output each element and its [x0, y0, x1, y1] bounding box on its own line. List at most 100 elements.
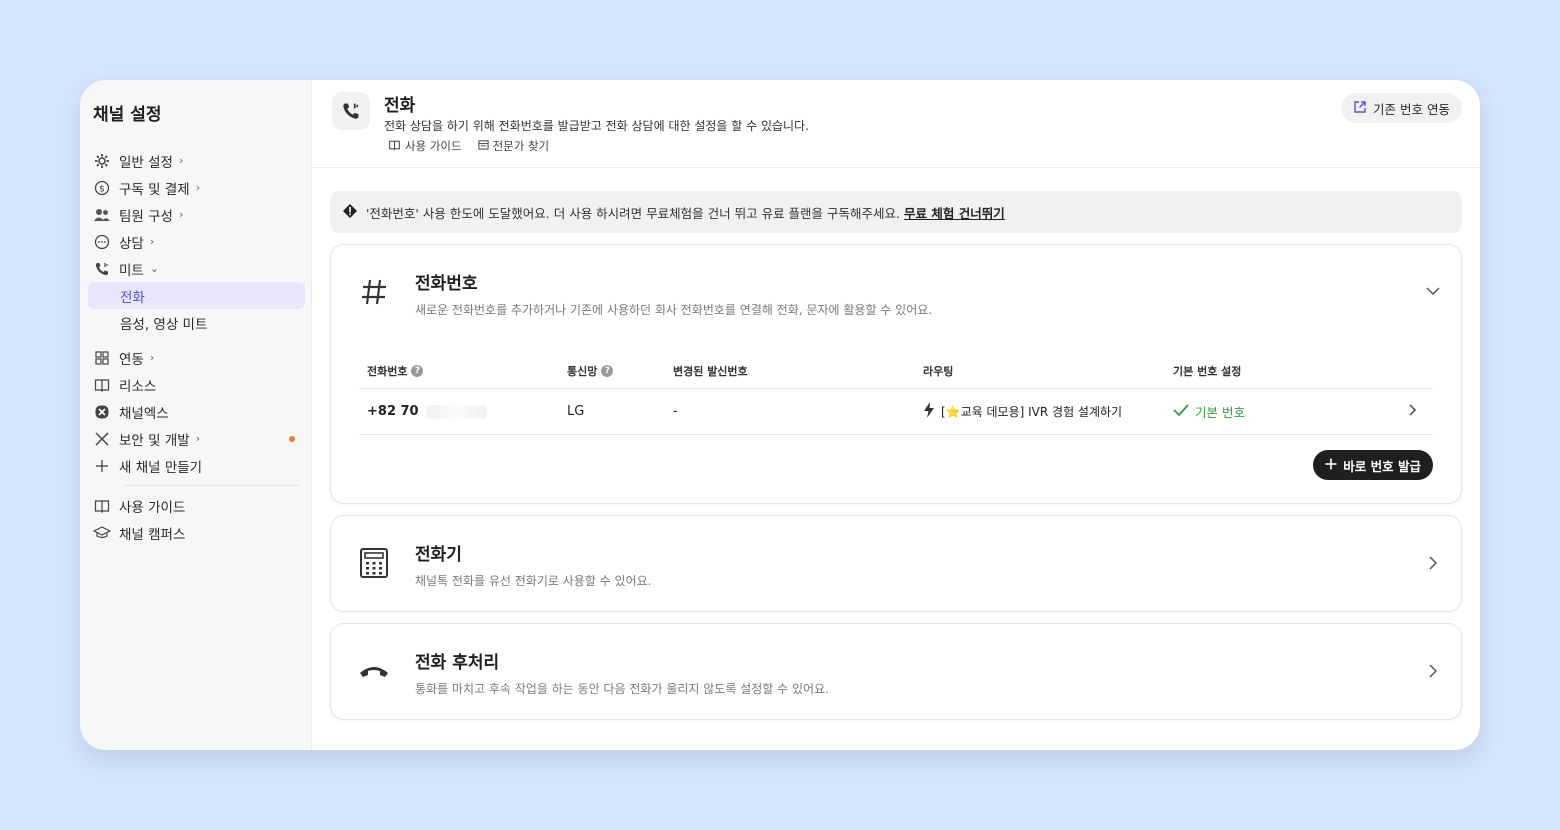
sidebar-item-channelx[interactable]: 채널엑스 — [88, 398, 305, 425]
chat-icon — [93, 233, 111, 251]
column-label: 통신망 — [567, 364, 598, 378]
hash-icon — [357, 275, 391, 309]
sidebar-title: 채널 설정 — [93, 105, 162, 125]
lightning-icon — [923, 402, 935, 421]
routing-value: [⭐교육 데모용] IVR 경험 설계하기 — [941, 405, 1123, 419]
hangup-icon — [357, 654, 391, 688]
sidebar-item-resource[interactable]: 리소스 — [88, 371, 305, 398]
phone-number-table: 전화번호 ? 통신망 ? 변경된 발신번호 라우팅 기본 번호 설정 +82 7… — [359, 353, 1433, 435]
sidebar-item-general[interactable]: 일반 설정 › — [88, 147, 305, 174]
phone-icon — [93, 260, 111, 278]
page-header: 전화 전화 상담을 하기 위해 전화번호를 발급받고 전화 상담에 대한 설정을… — [312, 80, 1480, 168]
page-title: 전화 — [384, 96, 416, 116]
sidebar-item-label: 보안 및 개발 — [119, 432, 190, 449]
chevron-down-icon[interactable] — [1423, 281, 1443, 301]
book-icon — [388, 139, 401, 154]
sidebar-item-label: 채널 캠퍼스 — [119, 526, 186, 543]
sidebar-item-meet[interactable]: 미트 ⌄ — [88, 255, 305, 282]
chevron-right-icon: › — [178, 154, 184, 167]
issue-button-label: 바로 번호 발급 — [1343, 458, 1421, 474]
svg-text:$: $ — [99, 184, 105, 194]
plus-icon — [93, 457, 111, 475]
expert-link-label: 전문가 찾기 — [492, 139, 550, 153]
help-icon[interactable]: ? — [601, 364, 614, 377]
app-window: 채널 설정 일반 설정 › $ 구독 및 결제 › 팀원 구성 › 상담 › 미… — [80, 80, 1480, 750]
main-content: 전화 전화 상담을 하기 위해 전화번호를 발급받고 전화 상담에 대한 설정을… — [312, 80, 1480, 750]
help-icon[interactable]: ? — [411, 364, 424, 377]
sidebar-item-label: 전화 — [120, 289, 145, 306]
header-links: 사용 가이드 전문가 찾기 — [388, 138, 549, 154]
page-description: 전화 상담을 하기 위해 전화번호를 발급받고 전화 상담에 대한 설정을 할 … — [384, 119, 809, 133]
after-call-card[interactable]: 전화 후처리 통화를 마치고 후속 작업을 하는 동안 다음 전화가 울리지 않… — [330, 623, 1462, 720]
sidebar-item-team[interactable]: 팀원 구성 › — [88, 201, 305, 228]
sidebar-item-label: 리소스 — [119, 378, 157, 395]
issue-number-button[interactable]: 바로 번호 발급 — [1313, 450, 1433, 480]
after-card-title: 전화 후처리 — [415, 653, 500, 673]
chevron-right-icon: › — [149, 351, 155, 364]
cell-default: 기본 번호 — [1173, 402, 1403, 421]
sidebar-item-label: 구독 및 결제 — [119, 181, 190, 198]
notification-dot — [289, 436, 295, 442]
chevron-right-icon: › — [195, 432, 201, 445]
cell-carrier: LG — [567, 404, 585, 419]
limit-alert: '전화번호' 사용 한도에 도달했어요. 더 사용 하시려면 무료체험을 건너 … — [330, 191, 1462, 233]
sidebar-item-consult[interactable]: 상담 › — [88, 228, 305, 255]
cell-caller-id: - — [673, 404, 678, 419]
sidebar-subitem-voice-video[interactable]: 음성, 영상 미트 — [88, 309, 305, 336]
sidebar-item-billing[interactable]: $ 구독 및 결제 › — [88, 174, 305, 201]
dollar-icon: $ — [93, 179, 111, 197]
check-icon — [1173, 403, 1189, 420]
sidebar-item-campus[interactable]: 채널 캠퍼스 — [88, 519, 305, 546]
chevron-right-icon: › — [149, 235, 155, 248]
chevron-down-icon: ⌄ — [149, 262, 160, 275]
sidebar-item-guide[interactable]: 사용 가이드 — [88, 492, 305, 519]
cell-number: +82 70 — [359, 404, 567, 419]
column-header-default: 기본 번호 설정 — [1173, 364, 1242, 378]
sidebar-subitem-phone[interactable]: 전화 — [88, 282, 305, 309]
sidebar-item-label: 미트 — [119, 262, 144, 279]
sidebar-item-security[interactable]: 보안 및 개발 › — [88, 425, 305, 452]
column-label: 전화번호 — [367, 364, 408, 378]
guide-link-label: 사용 가이드 — [405, 139, 462, 153]
sidebar-divider — [124, 485, 299, 486]
after-card-description: 통화를 마치고 후속 작업을 하는 동안 다음 전화가 울리지 않도록 설정할 … — [415, 682, 829, 696]
channelx-icon — [93, 403, 111, 421]
sidebar-item-integration[interactable]: 연동 › — [88, 344, 305, 371]
desk-phone-icon — [357, 546, 391, 580]
alert-message: '전화번호' 사용 한도에 도달했어요. 더 사용 하시려면 무료체험을 건너 … — [366, 205, 901, 221]
expert-link[interactable]: 전문가 찾기 — [477, 138, 550, 154]
book-icon — [93, 376, 111, 394]
phone-icon — [332, 92, 370, 130]
table-row[interactable]: +82 70 LG - [⭐교육 데모용] IVR 경험 설계하기 기본 번호 — [359, 389, 1433, 435]
grid-icon — [93, 349, 111, 367]
table-header: 전화번호 ? 통신망 ? 변경된 발신번호 라우팅 기본 번호 설정 — [359, 353, 1433, 389]
column-header-carrier: 통신망 ? — [567, 363, 673, 379]
people-icon — [93, 206, 111, 224]
chevron-right-icon[interactable] — [1423, 553, 1443, 573]
graduation-icon — [93, 524, 111, 542]
desk-card-title: 전화기 — [415, 545, 462, 565]
connect-button-label: 기존 번호 연동 — [1373, 101, 1450, 117]
sidebar-item-label: 음성, 영상 미트 — [120, 316, 208, 333]
cell-routing: [⭐교육 데모용] IVR 경험 설계하기 — [923, 402, 1173, 421]
guide-link[interactable]: 사용 가이드 — [388, 138, 462, 154]
plus-icon — [1325, 458, 1337, 473]
sidebar-item-new-channel[interactable]: 새 채널 만들기 — [88, 452, 305, 479]
phone-card-title: 전화번호 — [415, 274, 478, 294]
phone-number-value: +82 70 — [367, 404, 419, 419]
desk-phone-card[interactable]: 전화기 채널톡 전화를 유선 전화기로 사용할 수 있어요. — [330, 515, 1462, 612]
sidebar-item-label: 팀원 구성 — [119, 208, 173, 225]
sidebar-item-label: 사용 가이드 — [119, 499, 186, 516]
chevron-right-icon[interactable] — [1409, 403, 1417, 420]
chevron-right-icon: › — [195, 181, 201, 194]
redacted-number — [426, 404, 487, 419]
phone-card-description: 새로운 전화번호를 추가하거나 기존에 사용하던 회사 전화번호를 연결해 전화… — [415, 303, 933, 317]
chevron-right-icon[interactable] — [1423, 661, 1443, 681]
connect-existing-number-button[interactable]: 기존 번호 연동 — [1341, 93, 1462, 123]
default-number-label: 기본 번호 — [1195, 405, 1245, 420]
column-header-number: 전화번호 ? — [359, 363, 567, 379]
sidebar-item-label: 새 채널 만들기 — [119, 459, 203, 476]
gear-icon — [93, 152, 111, 170]
skip-trial-link[interactable]: 무료 체험 건너뛰기 — [904, 203, 1005, 222]
column-header-caller-id: 변경된 발신번호 — [673, 364, 748, 378]
